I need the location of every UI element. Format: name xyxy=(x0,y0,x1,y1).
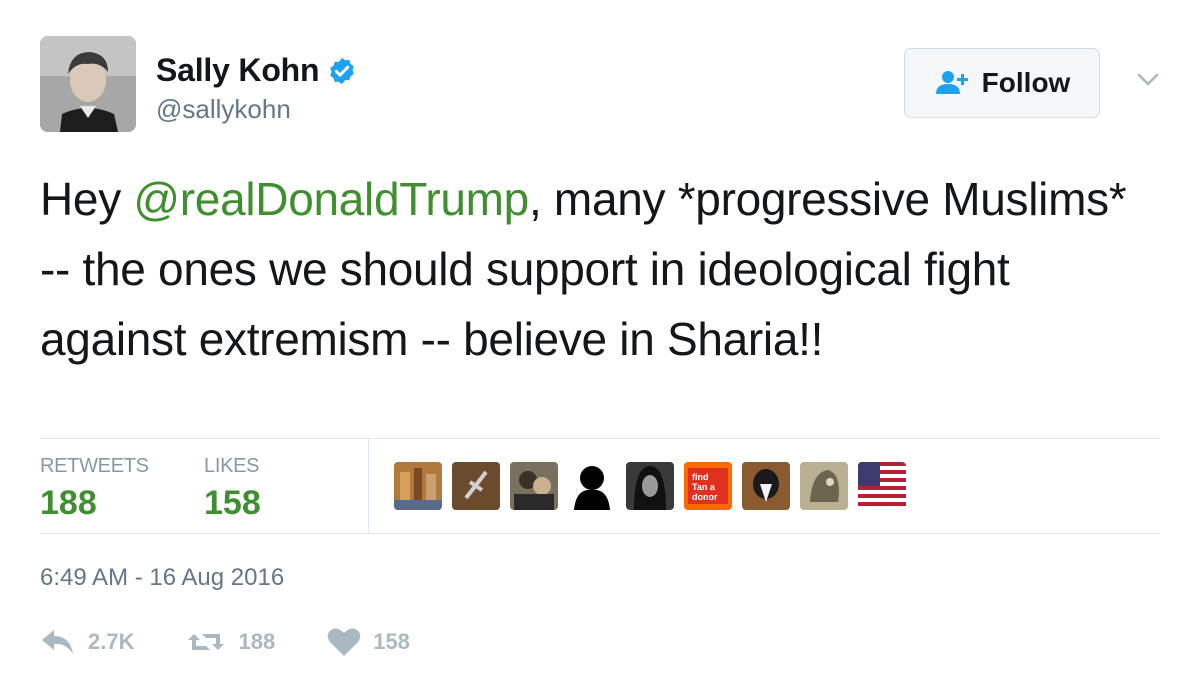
liker-avatar[interactable] xyxy=(510,462,558,510)
svg-text:find: find xyxy=(692,472,709,482)
liker-avatar-2-icon xyxy=(452,462,500,510)
likers-list: find Tan a donor xyxy=(394,462,916,510)
retweet-icon xyxy=(188,634,225,650)
liker-avatar[interactable]: find Tan a donor xyxy=(684,462,732,510)
liker-avatar[interactable] xyxy=(568,462,616,510)
retweets-value: 188 xyxy=(40,484,97,522)
liker-avatar-6-icon: findTan adonor xyxy=(684,462,732,510)
liker-avatar[interactable] xyxy=(394,462,442,510)
liker-avatar-3-icon xyxy=(510,462,558,510)
chevron-down-icon[interactable] xyxy=(1136,72,1160,88)
likes-value: 158 xyxy=(204,484,261,522)
tweet-actions: 2.7K 188 158 xyxy=(40,620,462,664)
likes-label: LIKES xyxy=(204,455,260,477)
liker-avatar-9-flag-icon xyxy=(858,462,906,510)
tweet-text: Hey @realDonaldTrump, many *progressive … xyxy=(40,164,1150,374)
liker-avatar[interactable] xyxy=(742,462,790,510)
reply-count: 2.7K xyxy=(88,629,135,654)
retweet-count: 188 xyxy=(238,629,276,654)
svg-text:donor: donor xyxy=(692,492,718,502)
follow-button[interactable]: Follow xyxy=(904,48,1100,118)
tweet-stats: RETWEETS 188 LIKES 158 find Tan a donor xyxy=(40,438,1160,534)
svg-text:Tan a: Tan a xyxy=(692,482,716,492)
tweet-text-start: Hey xyxy=(40,173,134,225)
tweet-header: Sally Kohn @sallykohn Follow xyxy=(40,36,1160,136)
liker-avatar[interactable] xyxy=(858,462,906,510)
retweets-label: RETWEETS xyxy=(40,455,149,477)
retweet-button[interactable]: 188 xyxy=(186,628,275,656)
stats-divider xyxy=(368,439,369,534)
author-name[interactable]: Sally Kohn xyxy=(156,52,320,89)
add-user-icon xyxy=(935,71,968,94)
verified-badge-icon xyxy=(330,57,355,84)
liker-avatar-7-icon xyxy=(742,462,790,510)
liker-avatar-8-icon xyxy=(800,462,848,510)
liker-avatar-4-icon xyxy=(568,462,616,510)
reply-button[interactable]: 2.7K xyxy=(40,628,134,656)
author-handle[interactable]: @sallykohn xyxy=(156,94,291,125)
liker-avatar[interactable] xyxy=(626,462,674,510)
tweet-timestamp[interactable]: 6:49 AM - 16 Aug 2016 xyxy=(40,564,284,592)
author-avatar[interactable] xyxy=(40,36,136,132)
liker-avatar[interactable] xyxy=(452,462,500,510)
liker-avatar[interactable] xyxy=(800,462,848,510)
follow-button-label: Follow xyxy=(981,67,1071,98)
likes-stat[interactable]: LIKES 158 xyxy=(204,455,261,523)
like-button[interactable]: 158 xyxy=(327,627,410,657)
reply-icon xyxy=(42,630,73,654)
author-name-row: Sally Kohn xyxy=(156,52,357,89)
heart-icon xyxy=(327,628,361,656)
liker-avatar-5-icon xyxy=(626,462,674,510)
like-count: 158 xyxy=(373,629,410,654)
mention-link[interactable]: @realDonaldTrump xyxy=(133,173,529,225)
retweets-stat[interactable]: RETWEETS 188 xyxy=(40,455,149,523)
liker-avatar-1-icon xyxy=(394,462,442,510)
